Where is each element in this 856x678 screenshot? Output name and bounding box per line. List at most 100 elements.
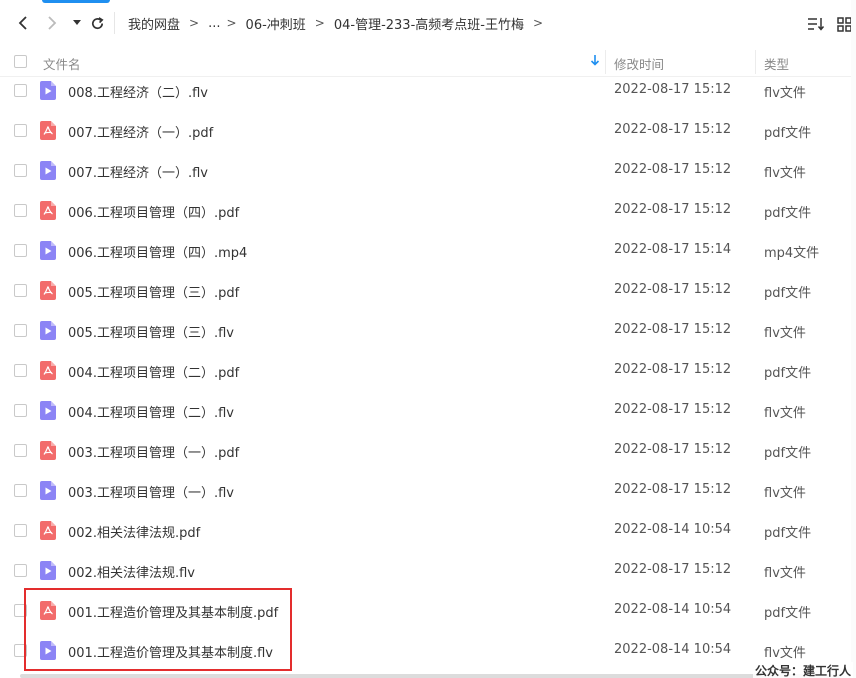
pdf-file-icon [40, 121, 56, 140]
file-name[interactable]: 006.工程项目管理（四）.mp4 [68, 242, 247, 261]
file-modified-time: 2022-08-17 15:14 [614, 242, 732, 257]
file-modified-time: 2022-08-17 15:12 [614, 322, 732, 337]
caret-down-icon[interactable] [68, 14, 86, 32]
file-modified-time: 2022-08-14 10:54 [614, 642, 732, 657]
watermark-text: 公众号：建工行人 [753, 662, 854, 678]
row-checkbox[interactable] [14, 84, 27, 97]
chevron-left-icon[interactable] [14, 14, 32, 32]
horizontal-scrollbar[interactable] [20, 674, 840, 678]
file-name[interactable]: 007.工程经济（一）.flv [68, 162, 208, 181]
file-name[interactable]: 005.工程项目管理（三）.pdf [68, 282, 239, 301]
row-checkbox[interactable] [14, 484, 27, 497]
video-file-icon [40, 161, 56, 180]
file-type: flv文件 [764, 166, 806, 181]
video-file-icon [40, 481, 56, 500]
breadcrumb-item-root[interactable]: 我的网盘 [128, 14, 180, 33]
file-type: flv文件 [764, 86, 806, 101]
pdf-file-icon [40, 521, 56, 540]
sort-arrow-icon[interactable] [590, 54, 600, 69]
file-row[interactable]: 003.工程项目管理（一）.pdf 2022-08-17 15:12 pdf文件 [0, 430, 856, 470]
row-checkbox[interactable] [14, 164, 27, 177]
row-checkbox[interactable] [14, 404, 27, 417]
row-checkbox[interactable] [14, 244, 27, 257]
refresh-icon[interactable] [88, 14, 106, 32]
breadcrumb: 我的网盘 > ... > 06-冲刺班 > 04-管理-233-高频考点班-王竹… [128, 0, 552, 46]
breadcrumb-item-ellipsis[interactable]: ... [208, 16, 220, 31]
row-checkbox[interactable] [14, 284, 27, 297]
row-checkbox[interactable] [14, 644, 27, 657]
file-type: pdf文件 [764, 286, 812, 301]
file-name[interactable]: 003.工程项目管理（一）.pdf [68, 442, 239, 461]
file-row[interactable]: 004.工程项目管理（二）.pdf 2022-08-17 15:12 pdf文件 [0, 350, 856, 390]
file-name[interactable]: 002.相关法律法规.pdf [68, 522, 200, 541]
file-type: mp4文件 [764, 246, 820, 261]
file-row[interactable]: 008.工程经济（二）.flv 2022-08-17 15:12 flv文件 [0, 70, 856, 110]
file-row[interactable]: 007.工程经济（一）.pdf 2022-08-17 15:12 pdf文件 [0, 110, 856, 150]
pdf-file-icon [40, 601, 56, 620]
file-name[interactable]: 001.工程造价管理及其基本制度.pdf [68, 602, 278, 621]
file-modified-time: 2022-08-17 15:12 [614, 402, 732, 417]
file-row[interactable]: 001.工程造价管理及其基本制度.flv 2022-08-14 10:54 flv文… [0, 630, 856, 670]
file-row[interactable]: 006.工程项目管理（四）.pdf 2022-08-17 15:12 pdf文件 [0, 190, 856, 230]
video-file-icon [40, 561, 56, 580]
file-row[interactable]: 005.工程项目管理（三）.flv 2022-08-17 15:12 flv文件 [0, 310, 856, 350]
file-name[interactable]: 004.工程项目管理（二）.flv [68, 402, 234, 421]
row-checkbox[interactable] [14, 364, 27, 377]
file-type: flv文件 [764, 646, 806, 661]
file-row[interactable]: 006.工程项目管理（四）.mp4 2022-08-17 15:14 mp4文件 [0, 230, 856, 270]
row-checkbox[interactable] [14, 204, 27, 217]
file-type: flv文件 [764, 486, 806, 501]
video-file-icon [40, 401, 56, 420]
file-modified-time: 2022-08-17 15:12 [614, 202, 732, 217]
file-name[interactable]: 003.工程项目管理（一）.flv [68, 482, 234, 501]
breadcrumb-item-sprint-class[interactable]: 06-冲刺班 [246, 14, 306, 33]
breadcrumb-item-current[interactable]: 04-管理-233-高频考点班-王竹梅 [334, 14, 524, 33]
video-file-icon [40, 321, 56, 340]
file-type: flv文件 [764, 326, 806, 341]
file-name[interactable]: 007.工程经济（一）.pdf [68, 122, 213, 141]
file-name[interactable]: 006.工程项目管理（四）.pdf [68, 202, 239, 221]
video-file-icon [40, 641, 56, 660]
file-row[interactable]: 002.相关法律法规.flv 2022-08-17 15:12 flv文件 [0, 550, 856, 590]
file-modified-time: 2022-08-14 10:54 [614, 602, 732, 617]
file-type: pdf文件 [764, 366, 812, 381]
file-row[interactable]: 002.相关法律法规.pdf 2022-08-14 10:54 pdf文件 [0, 510, 856, 550]
file-row[interactable]: 007.工程经济（一）.flv 2022-08-17 15:12 flv文件 [0, 150, 856, 190]
row-checkbox[interactable] [14, 524, 27, 537]
file-name[interactable]: 001.工程造价管理及其基本制度.flv [68, 642, 273, 661]
select-all-checkbox[interactable] [14, 55, 27, 68]
file-type: flv文件 [764, 406, 806, 421]
pdf-file-icon [40, 281, 56, 300]
row-checkbox[interactable] [14, 124, 27, 137]
file-name[interactable]: 008.工程经济（二）.flv [68, 82, 208, 101]
toolbar: 我的网盘 > ... > 06-冲刺班 > 04-管理-233-高频考点班-王竹… [0, 0, 856, 46]
breadcrumb-separator: > [532, 16, 544, 30]
file-row[interactable]: 001.工程造价管理及其基本制度.pdf 2022-08-14 10:54 pdf文… [0, 590, 856, 630]
file-type: pdf文件 [764, 126, 812, 141]
file-name[interactable]: 002.相关法律法规.flv [68, 562, 195, 581]
row-checkbox[interactable] [14, 564, 27, 577]
file-modified-time: 2022-08-17 15:12 [614, 562, 732, 577]
file-row[interactable]: 005.工程项目管理（三）.pdf 2022-08-17 15:12 pdf文件 [0, 270, 856, 310]
file-modified-time: 2022-08-14 10:54 [614, 522, 732, 537]
file-modified-time: 2022-08-17 15:12 [614, 162, 732, 177]
file-modified-time: 2022-08-17 15:12 [614, 482, 732, 497]
file-type: pdf文件 [764, 446, 812, 461]
pdf-file-icon [40, 201, 56, 220]
file-type: pdf文件 [764, 606, 812, 621]
row-checkbox[interactable] [14, 324, 27, 337]
file-row[interactable]: 003.工程项目管理（一）.flv 2022-08-17 15:12 flv文件 [0, 470, 856, 510]
row-checkbox[interactable] [14, 604, 27, 617]
file-name[interactable]: 004.工程项目管理（二）.pdf [68, 362, 239, 381]
video-file-icon [40, 241, 56, 260]
file-modified-time: 2022-08-17 15:12 [614, 362, 732, 377]
row-checkbox[interactable] [14, 444, 27, 457]
file-row[interactable]: 004.工程项目管理（二）.flv 2022-08-17 15:12 flv文件 [0, 390, 856, 430]
sort-list-icon[interactable] [807, 15, 825, 33]
chevron-right-icon[interactable] [43, 14, 61, 32]
file-name[interactable]: 005.工程项目管理（三）.flv [68, 322, 234, 341]
breadcrumb-separator: > [189, 16, 200, 30]
video-file-icon [40, 81, 56, 100]
breadcrumb-separator: > [314, 16, 325, 30]
vertical-scrollbar[interactable] [851, 0, 856, 678]
